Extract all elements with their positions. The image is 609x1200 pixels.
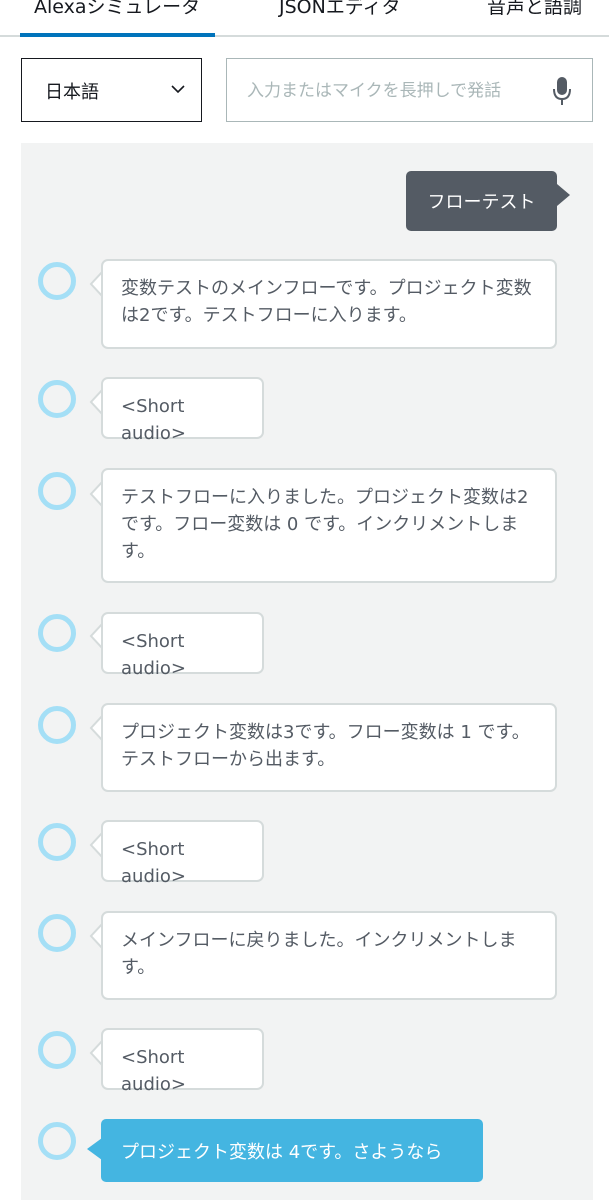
locale-select[interactable]: 日本語 <box>21 58 202 122</box>
alexa-avatar-icon <box>38 262 76 300</box>
tab-json-editor[interactable]: JSONエディタ <box>279 0 401 19</box>
active-tab-indicator <box>20 33 215 37</box>
alexa-avatar-icon <box>38 1031 76 1069</box>
alexa-final-message-bubble: プロジェクト変数は 4です。さようなら <box>101 1119 483 1182</box>
user-bubble-tail <box>557 184 570 206</box>
alexa-avatar-icon <box>38 1122 76 1160</box>
alexa-avatar-icon <box>38 614 76 652</box>
alexa-avatar-icon <box>38 914 76 952</box>
alexa-avatar-icon <box>38 823 76 861</box>
alexa-message-bubble: <Short audio> <box>101 820 264 887</box>
tab-voice-and-tone[interactable]: 音声と語調 <box>487 0 582 19</box>
alexa-avatar-icon <box>38 706 76 744</box>
tab-alexa-simulator[interactable]: Alexaシミュレータ <box>34 0 200 19</box>
final-bubble-tail <box>87 1138 102 1160</box>
alexa-message-bubble: プロジェクト変数は3です。フロー変数は 1 です。テストフローから出ます。 <box>101 703 557 792</box>
alexa-avatar-icon <box>38 380 76 418</box>
user-message-bubble: フローテスト <box>406 171 557 231</box>
microphone-icon[interactable] <box>552 76 572 106</box>
locale-select-value: 日本語 <box>45 82 99 103</box>
alexa-message-bubble: <Short audio> <box>101 612 264 679</box>
alexa-avatar-icon <box>38 472 76 510</box>
utterance-field <box>226 58 593 122</box>
alexa-message-bubble: メインフローに戻りました。インクリメントします。 <box>101 911 557 1000</box>
alexa-message-bubble: 変数テストのメインフローです。プロジェクト変数は2です。テストフローに入ります。 <box>101 259 557 349</box>
alexa-message-bubble: <Short audio> <box>101 1028 264 1095</box>
alexa-message-bubble: テストフローに入りました。プロジェクト変数は2です。フロー変数は 0 です。イン… <box>101 468 557 583</box>
tab-bar: Alexaシミュレータ JSONエディタ 音声と語調 <box>0 0 609 37</box>
alexa-message-bubble: <Short audio> <box>101 377 264 444</box>
chevron-down-icon <box>171 85 185 94</box>
utterance-input[interactable] <box>247 77 537 105</box>
